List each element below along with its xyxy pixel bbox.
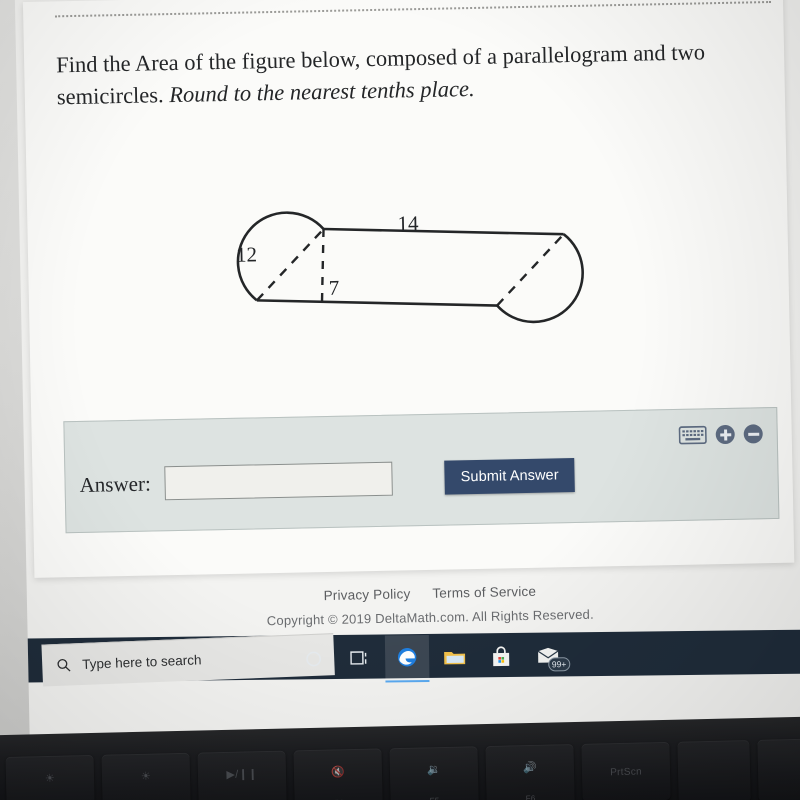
keyboard-icon[interactable]	[678, 425, 707, 445]
edge-browser-icon[interactable]	[394, 644, 420, 670]
keyboard-key-row: ☀ F1 ☀ F2 ▶/❙❙ F3 🔇 F4 🔉 F5 🔊 F6	[0, 738, 800, 800]
answer-panel: Answer: Submit Answer	[63, 406, 780, 534]
cortana-icon[interactable]	[300, 645, 326, 671]
assignment-timestamp: Sep 02, 3:08:31 PM	[54, 0, 230, 1]
figure-label-top-side: 14	[397, 211, 419, 236]
page-footer: Privacy Policy Terms of Service Copyrigh…	[27, 578, 800, 633]
play-pause-icon: ▶/❙❙	[226, 768, 258, 781]
key-f2[interactable]: ☀ F2	[101, 752, 191, 800]
volume-up-icon: 🔊	[522, 761, 538, 775]
key-f4[interactable]: 🔇 F4	[293, 748, 383, 800]
question-line-2-italic: Round to the nearest tenths place.	[169, 75, 475, 108]
mail-icon[interactable]: 99+	[535, 642, 571, 672]
file-explorer-icon[interactable]	[441, 643, 467, 669]
microsoft-store-icon[interactable]	[488, 643, 514, 669]
question-line-2-plain: semicircles.	[56, 82, 170, 110]
mute-icon: 🔇	[330, 766, 346, 779]
key-extra-2[interactable]	[757, 738, 800, 800]
taskbar-icons: 99+	[300, 642, 571, 672]
volume-down-icon: 🔉	[426, 764, 442, 777]
submit-answer-button[interactable]: Submit Answer	[444, 458, 576, 495]
panel-tool-buttons	[678, 424, 763, 445]
geometry-figure: 14 12 7	[54, 142, 758, 386]
brightness-up-icon: ☀	[140, 770, 152, 783]
key-f1[interactable]: ☀ F1	[5, 754, 95, 800]
left-slant-dashed-12	[256, 228, 325, 302]
browser-page: Sep 02, 3:08:31 PM Find the Area of the …	[22, 0, 795, 578]
key-f6[interactable]: 🔊 F6	[485, 744, 575, 800]
key-prtscn-label: PrtScn	[610, 766, 643, 778]
zoom-out-button[interactable]	[743, 424, 763, 444]
key-f5[interactable]: 🔉 F5	[389, 746, 479, 800]
parallelogram-top-side	[323, 227, 564, 236]
photo-scene: Sep 02, 3:08:31 PM Find the Area of the …	[0, 0, 800, 800]
right-semicircle	[496, 233, 584, 324]
right-slant-dashed	[496, 233, 565, 307]
key-prtscn[interactable]: PrtScn	[581, 741, 671, 800]
taskbar-search-placeholder: Type here to search	[81, 652, 202, 672]
terms-of-service-link[interactable]: Terms of Service	[432, 584, 536, 601]
privacy-policy-link[interactable]: Privacy Policy	[323, 586, 410, 603]
answer-label: Answer:	[79, 471, 151, 497]
key-f5-label: F5	[430, 796, 440, 800]
figure-label-diagonal: 12	[235, 242, 258, 267]
figure-label-height: 7	[328, 275, 340, 300]
figure-svg	[236, 211, 584, 324]
header-divider	[55, 0, 772, 18]
answer-row: Answer: Submit Answer	[79, 458, 576, 502]
task-view-icon[interactable]	[347, 645, 373, 671]
answer-input[interactable]	[164, 461, 394, 501]
question-line-1: Find the Area of the figure below, compo…	[55, 39, 706, 78]
laptop-screen: Sep 02, 3:08:31 PM Find the Area of the …	[14, 0, 800, 745]
key-f3[interactable]: ▶/❙❙ F3	[197, 750, 287, 800]
zoom-in-button[interactable]	[715, 424, 735, 445]
search-icon	[57, 658, 71, 672]
question-text: Find the Area of the figure below, compo…	[56, 35, 787, 114]
key-extra-1[interactable]	[677, 740, 751, 800]
brightness-down-icon: ☀	[44, 772, 56, 786]
height-dashed-7	[320, 228, 325, 303]
parallelogram-bottom-side	[256, 299, 498, 307]
key-f6-label: F6	[525, 793, 536, 800]
mail-badge-count: 99+	[547, 657, 571, 672]
